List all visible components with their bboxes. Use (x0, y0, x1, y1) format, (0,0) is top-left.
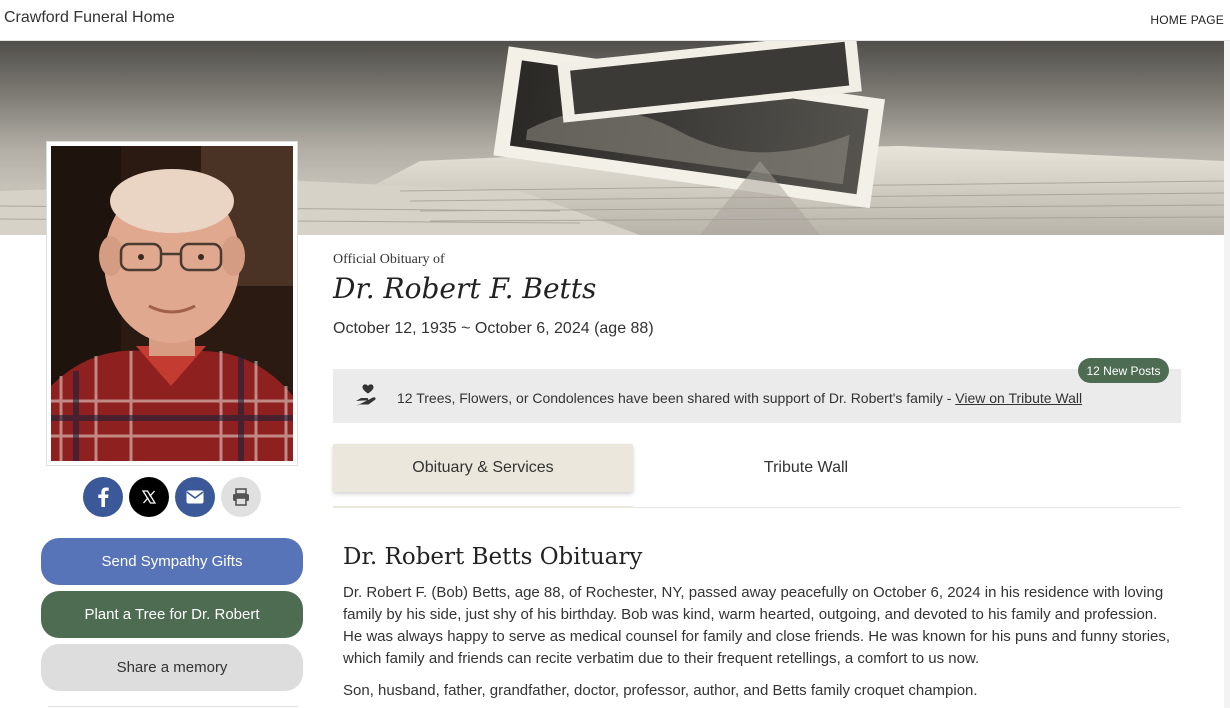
obituary-heading: Dr. Robert Betts Obituary (343, 544, 643, 570)
new-posts-badge: 12 New Posts (1078, 358, 1169, 383)
tab-obituary-services[interactable]: Obituary & Services (333, 444, 633, 492)
email-icon (186, 490, 204, 504)
portrait-illustration (51, 146, 293, 461)
x-share-button[interactable] (129, 477, 169, 517)
portrait-photo (51, 146, 293, 461)
portrait-frame (46, 141, 298, 466)
tab-tribute-wall[interactable]: Tribute Wall (656, 444, 956, 492)
official-obituary-label: Official Obituary of (333, 252, 445, 267)
tabs-divider (633, 507, 1181, 508)
top-navigation: Crawford Funeral Home HOME PAGE (0, 0, 1230, 41)
tribute-notice-bar: 12 Trees, Flowers, or Condolences have b… (333, 369, 1181, 423)
facebook-share-button[interactable] (83, 477, 123, 517)
x-icon (142, 490, 156, 504)
deceased-name: Dr. Robert F. Betts (333, 272, 597, 305)
print-button[interactable] (221, 477, 261, 517)
share-memory-button[interactable]: Share a memory (41, 644, 303, 691)
email-share-button[interactable] (175, 477, 215, 517)
plant-tree-button[interactable]: Plant a Tree for Dr. Robert (41, 591, 303, 638)
obituary-paragraph: Dr. Robert F. (Bob) Betts, age 88, of Ro… (343, 584, 1171, 667)
life-dates: October 12, 1935 ~ October 6, 2024 (age … (333, 320, 654, 337)
obituary-paragraph: Son, husband, father, grandfather, docto… (343, 682, 978, 699)
send-sympathy-gifts-button[interactable]: Send Sympathy Gifts (41, 538, 303, 585)
tribute-notice-message: 12 Trees, Flowers, or Condolences have b… (397, 390, 956, 406)
page-scrollbar[interactable] (1224, 41, 1230, 708)
facebook-icon (98, 487, 109, 507)
home-page-link[interactable]: HOME PAGE (1150, 13, 1224, 27)
active-tab-indicator (333, 506, 633, 508)
print-icon (233, 488, 249, 506)
hand-heart-icon (356, 384, 376, 406)
view-tribute-wall-link[interactable]: View on Tribute Wall (955, 390, 1082, 406)
tribute-notice-text: 12 Trees, Flowers, or Condolences have b… (397, 390, 1082, 406)
funeral-home-brand[interactable]: Crawford Funeral Home (4, 9, 175, 27)
sidebar-divider (48, 706, 298, 707)
